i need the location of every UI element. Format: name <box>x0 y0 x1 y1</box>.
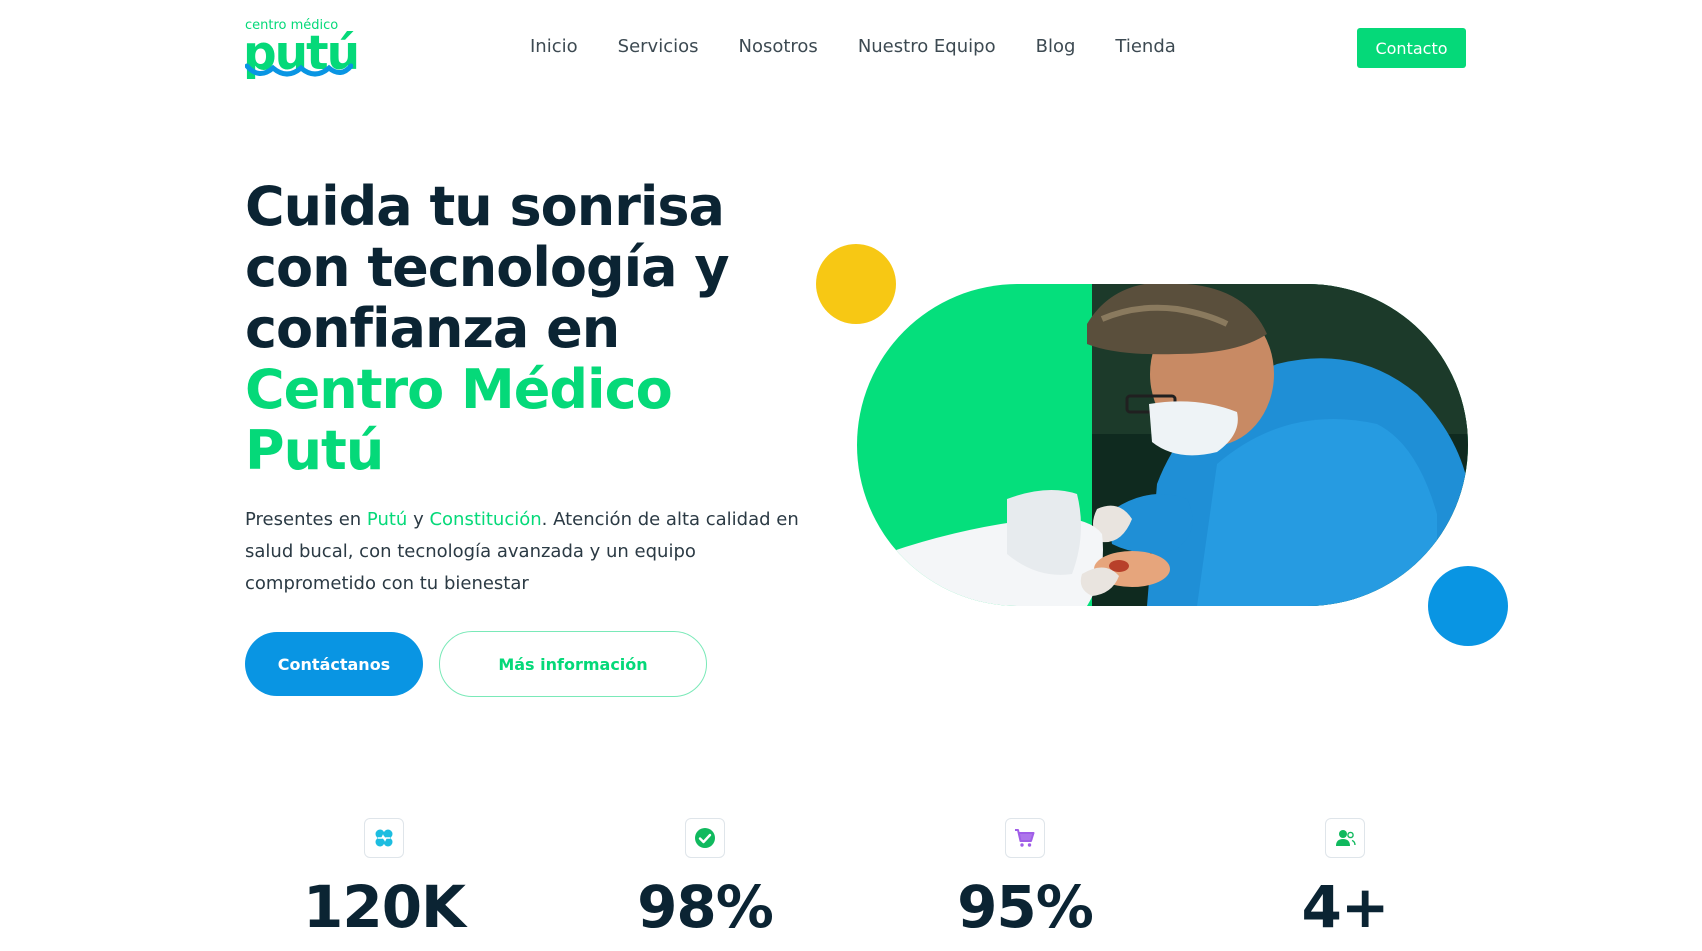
contact-button[interactable]: Contacto <box>1357 28 1466 68</box>
nav-item-servicios[interactable]: Servicios <box>618 36 699 57</box>
hero-desc-and: y <box>407 509 430 530</box>
hero-title: Cuida tu sonrisa con tecnología y confia… <box>245 176 805 481</box>
decorative-blue-circle <box>1428 566 1508 646</box>
hero-title-main: Cuida tu sonrisa con tecnología y confia… <box>245 175 730 360</box>
stat-patients: 120K <box>284 818 484 936</box>
contactanos-button[interactable]: Contáctanos <box>245 632 423 696</box>
hero-desc-prefix: Presentes en <box>245 509 367 530</box>
dentist-photo-icon <box>857 284 1468 606</box>
nav-item-tienda[interactable]: Tienda <box>1115 36 1175 57</box>
cart-icon <box>1005 818 1045 858</box>
tooth-heart-icon <box>364 818 404 858</box>
nav-item-blog[interactable]: Blog <box>1036 36 1076 57</box>
stat-satisfaction: 98% <box>605 818 805 936</box>
mas-informacion-button[interactable]: Más información <box>439 631 707 697</box>
tooth-heart-icon-glyph <box>375 829 393 847</box>
hero-desc-location-constitucion: Constitución <box>429 509 542 530</box>
check-circle-icon-glyph <box>695 828 715 848</box>
stat-value: 120K <box>302 873 466 941</box>
check-circle-icon <box>685 818 725 858</box>
stat-store: 95% <box>925 818 1125 936</box>
stat-value: 95% <box>957 873 1094 941</box>
user-icon <box>1325 818 1365 858</box>
cart-icon-glyph <box>1015 829 1035 847</box>
hero-title-accent: Centro Médico Putú <box>245 358 673 482</box>
stat-value: 4+ <box>1301 873 1390 941</box>
hero-desc-location-putu: Putú <box>366 509 408 530</box>
main-nav: Inicio Servicios Nosotros Nuestro Equipo… <box>530 36 1176 57</box>
user-icon-glyph <box>1336 830 1356 846</box>
logo[interactable]: centro médico putú <box>243 18 360 82</box>
logo-wave-icon <box>245 63 353 77</box>
stat-team: 4+ <box>1245 818 1445 936</box>
nav-item-nuestro-equipo[interactable]: Nuestro Equipo <box>858 36 996 57</box>
nav-item-inicio[interactable]: Inicio <box>530 36 578 57</box>
hero-image-frame <box>857 284 1468 606</box>
nav-item-nosotros[interactable]: Nosotros <box>738 36 817 57</box>
stat-value: 98% <box>637 873 774 941</box>
hero-description: Presentes en Putú y Constitución. Atenci… <box>245 504 815 600</box>
